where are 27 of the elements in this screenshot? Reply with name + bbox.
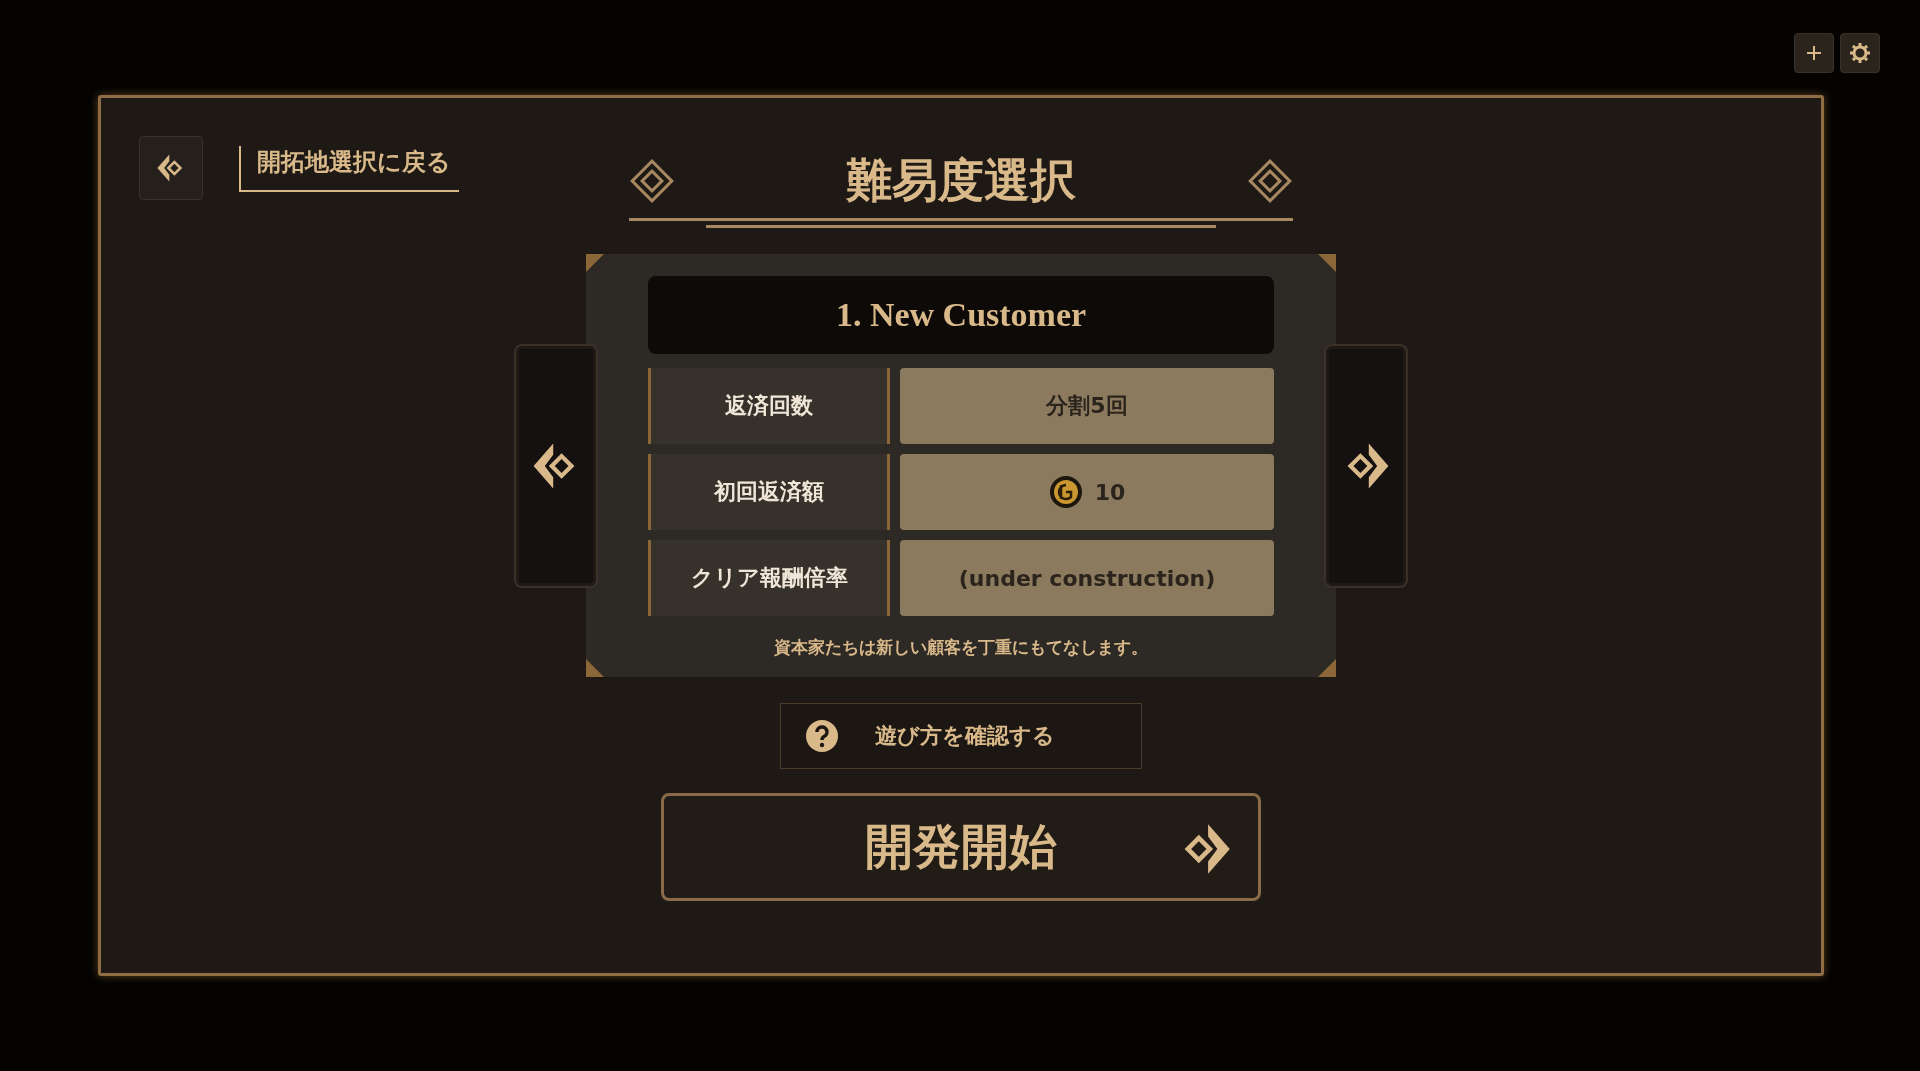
- difficulty-name: 1. New Customer: [648, 276, 1274, 354]
- corner-ornament-icon: [586, 659, 604, 677]
- corner-ornament-icon: [1318, 659, 1336, 677]
- diamond-icon: [1247, 158, 1293, 204]
- previous-button[interactable]: [514, 343, 598, 588]
- start-button[interactable]: 開発開始: [661, 793, 1261, 901]
- settings-button[interactable]: [1840, 33, 1880, 73]
- help-button[interactable]: 遊び方を確認する: [780, 703, 1142, 769]
- stat-value: 10: [1094, 479, 1126, 505]
- diamond-icon: [629, 158, 675, 204]
- coin-icon: [1048, 475, 1083, 509]
- settings-icon: [1849, 42, 1871, 64]
- corner-ornament-icon: [586, 254, 604, 272]
- next-button[interactable]: [1324, 343, 1408, 588]
- plus-icon: [1805, 44, 1823, 62]
- stat-label: 返済回数: [648, 368, 890, 444]
- dialog-title: 難易度選択: [846, 152, 1076, 209]
- stat-label: 初回返済額: [648, 454, 890, 530]
- stat-label: クリア報酬倍率: [648, 540, 890, 616]
- corner-ornament-icon: [1318, 254, 1336, 272]
- back-link[interactable]: 開拓地選択に戻る: [239, 146, 459, 192]
- difficulty-description: 資本家たちは新しい顧客を丁重にもてなします。: [773, 636, 1149, 659]
- back-button[interactable]: [139, 136, 203, 200]
- stat-value: 分割5回: [900, 368, 1274, 444]
- add-button[interactable]: [1794, 33, 1834, 73]
- stat-value: (under construction): [900, 540, 1274, 616]
- help-icon: [805, 719, 839, 753]
